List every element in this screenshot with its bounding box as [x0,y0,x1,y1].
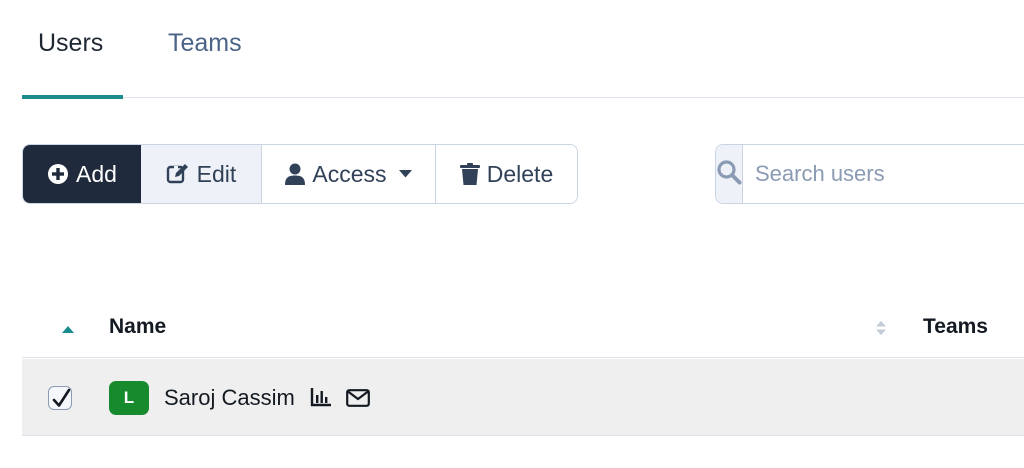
column-header-teams[interactable]: Teams [923,315,988,339]
plus-circle-icon [47,163,69,185]
sort-icon[interactable] [875,320,887,341]
edit-button-label: Edit [196,160,237,187]
active-tab-indicator [22,95,123,99]
avatar: L [109,381,149,415]
mail-icon[interactable] [346,389,370,412]
tab-teams[interactable]: Teams [168,29,242,58]
column-header-name[interactable]: Name [109,315,166,339]
trash-icon [459,163,480,185]
add-button[interactable]: Add [23,145,141,203]
search-icon [716,159,742,190]
add-button-label: Add [76,160,117,187]
sort-ascending-icon[interactable] [62,321,74,339]
user-search [715,144,1024,204]
delete-button[interactable]: Delete [436,145,577,203]
row-checkbox[interactable] [48,386,72,410]
table-row[interactable]: L Saroj Cassim [22,359,1024,436]
access-button-label: Access [312,160,387,187]
edit-button[interactable]: Edit [141,145,262,203]
search-input[interactable] [743,145,1024,203]
user-icon [285,163,306,185]
user-actions-toolbar: Add Edit Access Delete [22,144,578,204]
tab-bar: Users Teams [22,0,1024,99]
delete-button-label: Delete [486,160,554,187]
search-icon-addon [716,145,743,203]
tab-users[interactable]: Users [38,29,103,58]
user-name[interactable]: Saroj Cassim [164,385,295,411]
table-header: Name Teams [22,298,1024,358]
edit-icon [166,163,190,185]
chart-icon[interactable] [310,387,332,412]
caret-down-icon [398,170,412,178]
access-dropdown-button[interactable]: Access [262,145,436,203]
